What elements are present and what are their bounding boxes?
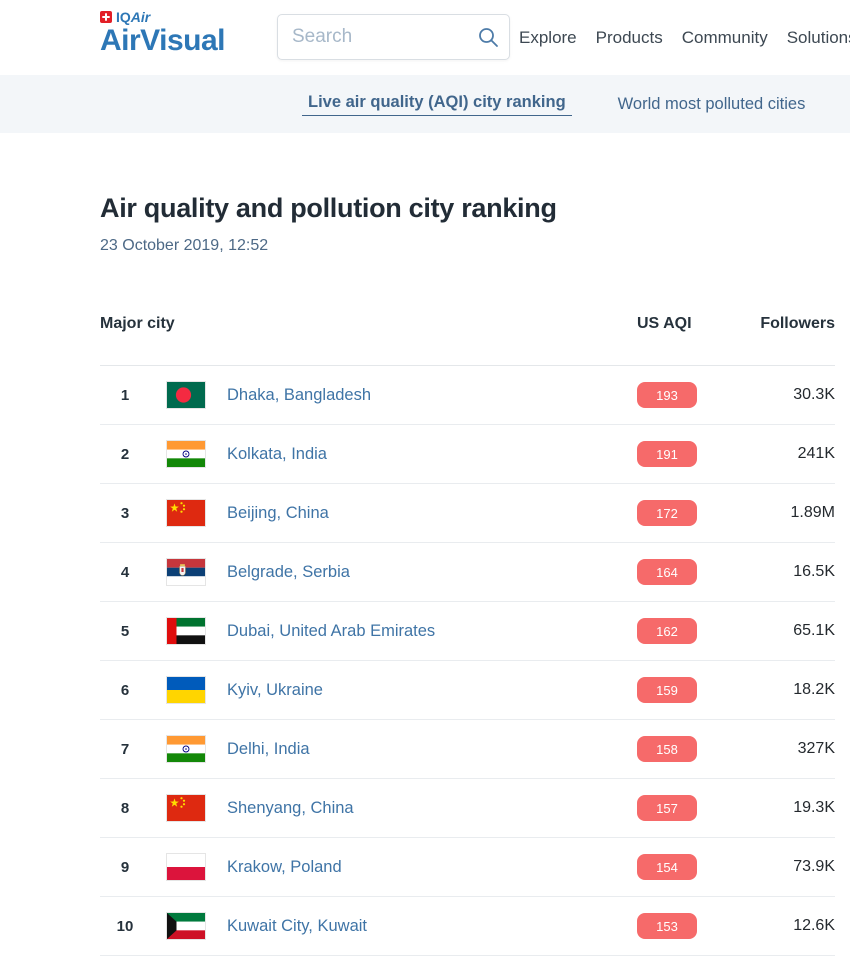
aqi-badge: 157: [637, 795, 697, 821]
aqi-cell: 191: [637, 441, 697, 467]
city-link[interactable]: Delhi, India: [227, 740, 310, 759]
followers-count: 241K: [697, 445, 835, 463]
city-link[interactable]: Kyiv, Ukraine: [227, 681, 323, 700]
followers-count: 327K: [697, 740, 835, 758]
table-row[interactable]: 9 Krakow, Poland 15473.9K: [100, 838, 835, 897]
followers-count: 18.2K: [697, 681, 835, 699]
search-box: [277, 14, 510, 60]
aqi-cell: 172: [637, 500, 697, 526]
table-row[interactable]: 2 Kolkata, India 191241K: [100, 425, 835, 484]
rank-number: 4: [100, 564, 150, 581]
country-flag-icon: [167, 854, 205, 880]
city-link[interactable]: Dhaka, Bangladesh: [227, 386, 371, 405]
ranking-tabbar: Live air quality (AQI) city ranking Worl…: [0, 75, 850, 133]
city-link[interactable]: Krakow, Poland: [227, 858, 342, 877]
aqi-cell: 157: [637, 795, 697, 821]
search-input[interactable]: [278, 26, 467, 48]
followers-count: 30.3K: [697, 386, 835, 404]
aqi-cell: 193: [637, 382, 697, 408]
rank-number: 5: [100, 623, 150, 640]
table-row[interactable]: 1 Dhaka, Bangladesh 19330.3K: [100, 366, 835, 425]
followers-count: 1.89M: [697, 504, 835, 522]
aqi-cell: 154: [637, 854, 697, 880]
aqi-badge: 164: [637, 559, 697, 585]
rank-number: 6: [100, 682, 150, 699]
rank-number: 3: [100, 505, 150, 522]
city-link[interactable]: Dubai, United Arab Emirates: [227, 622, 435, 641]
city-link[interactable]: Shenyang, China: [227, 799, 354, 818]
country-flag-icon: [167, 913, 205, 939]
ranking-table-body: 1 Dhaka, Bangladesh 19330.3K 2 Kolkata, Indi…: [100, 366, 835, 956]
table-row[interactable]: 5 Dubai, United Arab Emirates 16265.1K: [100, 602, 835, 661]
table-row[interactable]: 8 Shenyang, China 15719.3K: [100, 779, 835, 838]
table-row[interactable]: 6 Kyiv, Ukraine 15918.2K: [100, 661, 835, 720]
followers-count: 65.1K: [697, 622, 835, 640]
rank-number: 1: [100, 387, 150, 404]
table-row[interactable]: 7 Delhi, India 158327K: [100, 720, 835, 779]
city-link[interactable]: Kolkata, India: [227, 445, 327, 464]
main-nav: Explore Products Community Solutions: [519, 0, 850, 75]
tab-live-aqi-city-ranking[interactable]: Live air quality (AQI) city ranking: [302, 93, 572, 116]
aqi-badge: 172: [637, 500, 697, 526]
swiss-cross-icon: [100, 11, 112, 23]
aqi-badge: 162: [637, 618, 697, 644]
city-link[interactable]: Belgrade, Serbia: [227, 563, 350, 582]
column-header-major-city: Major city: [100, 315, 637, 333]
country-flag-icon: [167, 500, 205, 526]
column-header-us-aqi: US AQI: [637, 315, 697, 333]
aqi-cell: 164: [637, 559, 697, 585]
table-row[interactable]: 4 Belgrade, Serbia 16416.5K: [100, 543, 835, 602]
iqair-logo[interactable]: IQAir AirVisual: [100, 9, 225, 57]
country-flag-icon: [167, 736, 205, 762]
aqi-badge: 159: [637, 677, 697, 703]
aqi-cell: 159: [637, 677, 697, 703]
rank-number: 2: [100, 446, 150, 463]
airvisual-wordmark: AirVisual: [100, 25, 225, 57]
column-header-followers: Followers: [697, 315, 835, 333]
country-flag-icon: [167, 441, 205, 467]
country-flag-icon: [167, 795, 205, 821]
followers-count: 16.5K: [697, 563, 835, 581]
nav-item-explore[interactable]: Explore: [519, 28, 577, 48]
followers-count: 73.9K: [697, 858, 835, 876]
aqi-cell: 162: [637, 618, 697, 644]
nav-item-solutions[interactable]: Solutions: [787, 28, 850, 48]
top-header: IQAir AirVisual Explore Products Communi…: [0, 0, 850, 75]
nav-item-community[interactable]: Community: [682, 28, 768, 48]
ranking-timestamp: 23 October 2019, 12:52: [100, 237, 835, 255]
aqi-badge: 191: [637, 441, 697, 467]
aqi-cell: 158: [637, 736, 697, 762]
search-icon: [476, 25, 500, 49]
country-flag-icon: [167, 618, 205, 644]
aqi-badge: 154: [637, 854, 697, 880]
nav-item-products[interactable]: Products: [596, 28, 663, 48]
city-link[interactable]: Kuwait City, Kuwait: [227, 917, 367, 936]
aqi-badge: 153: [637, 913, 697, 939]
followers-count: 19.3K: [697, 799, 835, 817]
aqi-cell: 153: [637, 913, 697, 939]
aqi-badge: 158: [637, 736, 697, 762]
rank-number: 10: [100, 918, 150, 935]
city-link[interactable]: Beijing, China: [227, 504, 329, 523]
tab-world-most-polluted-cities[interactable]: World most polluted cities: [618, 95, 806, 114]
country-flag-icon: [167, 559, 205, 585]
rank-number: 8: [100, 800, 150, 817]
country-flag-icon: [167, 382, 205, 408]
table-row[interactable]: 10 Kuwait City, Kuwait 15312.6K: [100, 897, 835, 956]
iqair-wordmark: IQAir: [100, 9, 225, 25]
search-button[interactable]: [467, 15, 509, 59]
rank-number: 7: [100, 741, 150, 758]
table-row[interactable]: 3 Beijing, China 1721.89M: [100, 484, 835, 543]
page-title: Air quality and pollution city ranking: [100, 193, 835, 224]
rank-number: 9: [100, 859, 150, 876]
content-area: Air quality and pollution city ranking 2…: [0, 193, 850, 956]
country-flag-icon: [167, 677, 205, 703]
aqi-badge: 193: [637, 382, 697, 408]
table-header-row: Major city US AQI Followers: [100, 315, 835, 366]
followers-count: 12.6K: [697, 917, 835, 935]
